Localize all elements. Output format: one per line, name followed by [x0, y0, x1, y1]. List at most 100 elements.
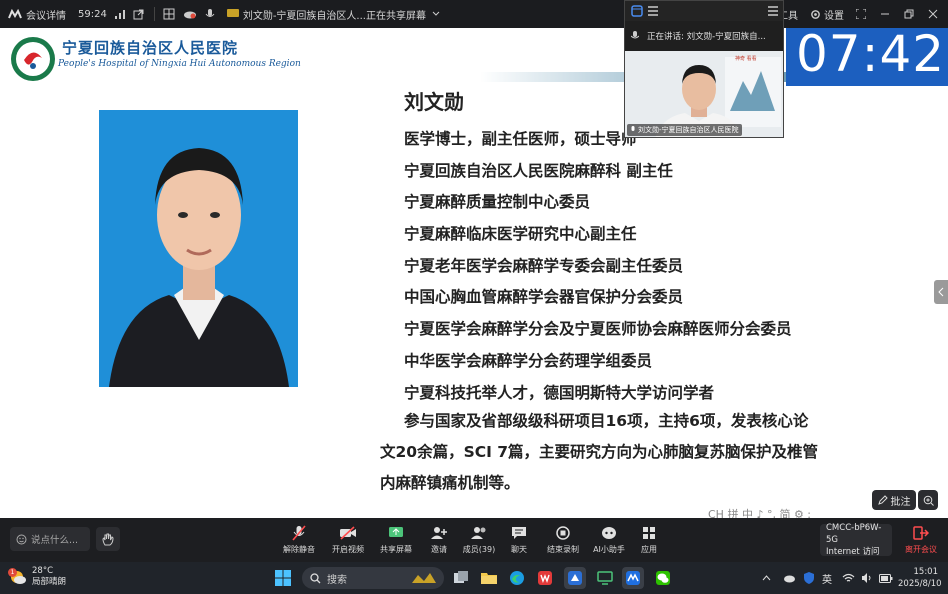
chevron-up-icon[interactable]	[762, 575, 771, 581]
fullscreen-icon[interactable]	[856, 9, 866, 19]
record-icon	[538, 524, 588, 542]
leave-label: 离开会议	[905, 545, 937, 554]
paragraph-line: 文20余篇，SCI 7篇，主要研究方向为心肺脑复苏脑保护及椎管	[380, 443, 819, 461]
meeting-logo-icon	[8, 9, 22, 19]
weather-text: 28°C 局部晴朗	[32, 566, 66, 588]
external-link-icon[interactable]	[133, 9, 144, 20]
ime-language-indicator[interactable]: 英	[822, 571, 832, 586]
speaker-name: 刘文勋	[404, 90, 464, 114]
paragraph-line: 内麻醉镇痛机制等。	[380, 474, 520, 492]
cloud-icon[interactable]	[183, 9, 197, 19]
title-line: 宁夏科技托举人才，德国明斯特大学访问学者	[404, 383, 715, 402]
leave-meeting-button[interactable]: 离开会议	[898, 524, 944, 555]
weather-temp: 28°C	[32, 566, 54, 576]
chat-placeholder: 说点什么...	[31, 535, 79, 546]
zoom-in-icon	[923, 495, 934, 506]
search-label: 搜索	[327, 574, 347, 586]
weather-desc: 局部晴朗	[32, 577, 67, 587]
ime-toolbar[interactable]: CH 拼 中 ♪ °, 简 ⚙ :	[708, 506, 811, 518]
search-highlight-icon	[410, 571, 438, 585]
battery-icon[interactable]	[879, 573, 893, 583]
taskbar-clock[interactable]: 15:01 2025/8/10	[898, 566, 942, 590]
participant-mic-icon	[630, 126, 636, 134]
share-screen-icon	[226, 9, 239, 19]
system-tray: 英	[762, 562, 893, 594]
stop-recording-label: 结束录制	[547, 545, 579, 554]
wifi-icon[interactable]	[842, 573, 855, 583]
speaker-video-tile[interactable]: 正在讲话: 刘文勋-宁夏回族自... 神奇 看看 刘文勋-宁夏回族自治区人民医院	[624, 0, 784, 138]
chevron-down-icon[interactable]	[432, 11, 440, 17]
chat-label: 聊天	[511, 545, 527, 554]
start-button[interactable]	[272, 567, 294, 589]
title-line: 宁夏回族自治区人民医院麻醉科 副主任	[404, 161, 673, 180]
annotate-button[interactable]: 批注	[872, 490, 916, 510]
apps-label: 应用	[641, 545, 657, 554]
pen-icon	[877, 495, 888, 505]
speaker-photo	[99, 110, 298, 387]
weather-icon: 1	[8, 568, 28, 586]
taskbar-date: 2025/8/10	[898, 579, 942, 589]
settings-label: 设置	[824, 10, 844, 22]
layout-icon[interactable]	[163, 8, 175, 20]
title-line: 宁夏医学会麻醉学分会及宁夏医师协会麻醉医师分会委员	[404, 320, 792, 339]
apps-button[interactable]: 应用	[624, 524, 674, 555]
paragraph-line: 参与国家及省部级级科研项目16项，主持6项，发表核心论	[404, 412, 809, 430]
stop-recording-button[interactable]: 结束录制	[538, 524, 588, 555]
menu-icon[interactable]	[767, 5, 779, 17]
raise-hand-button[interactable]	[96, 527, 120, 551]
security-shield-icon[interactable]	[804, 572, 814, 584]
minimize-icon[interactable]	[880, 9, 890, 19]
title-line: 宁夏麻醉质量控制中心委员	[404, 193, 591, 212]
weather-widget[interactable]: 1 28°C 局部晴朗	[8, 566, 66, 588]
taskbar-search[interactable]: 搜索	[302, 567, 444, 589]
countdown-clock: 07:42	[786, 28, 948, 86]
file-explorer-icon[interactable]	[478, 567, 500, 589]
chat-button[interactable]: 聊天	[494, 524, 544, 555]
settings-button[interactable]: 设置	[810, 7, 844, 22]
unmute-button[interactable]: 解除静音	[274, 524, 324, 555]
taskbar-time: 15:01	[913, 567, 939, 577]
top-bar: 会议详情 59:24 刘文勋-宁夏回族自治区人...正在共享屏幕 工具 设置	[0, 0, 948, 28]
meeting-app-icon[interactable]	[564, 567, 586, 589]
title-line: 宁夏麻醉临床医学研究中心副主任	[404, 225, 637, 244]
hospital-name-cn: 宁夏回族自治区人民医院	[62, 39, 239, 57]
network-status: Internet 访问	[826, 547, 880, 557]
restore-icon[interactable]	[904, 9, 914, 19]
remote-desktop-icon[interactable]	[594, 567, 616, 589]
shared-slide: 宁夏回族自治区人民医院 People's Hospital of Ningxia…	[0, 28, 948, 518]
wechat-icon[interactable]	[652, 567, 674, 589]
tencent-meeting-icon[interactable]	[622, 567, 644, 589]
wps-office-icon[interactable]	[534, 567, 556, 589]
emoji-icon[interactable]	[16, 534, 27, 545]
close-icon[interactable]	[928, 9, 938, 19]
meeting-controls-bar: 说点什么... 解除静音 开启视频 共享屏幕 邀请 成员(39) 聊天 结束录制…	[0, 518, 948, 562]
edge-browser-icon[interactable]	[506, 567, 528, 589]
volume-icon[interactable]	[861, 573, 873, 583]
task-view-icon[interactable]	[450, 567, 472, 589]
hand-icon	[102, 533, 114, 546]
signal-icon	[114, 9, 125, 19]
speaking-indicator: 正在讲话: 刘文勋-宁夏回族自...	[625, 21, 783, 51]
research-paragraph: 参与国家及省部级级科研项目16项，主持6项，发表核心论 文20余篇，SCI 7篇…	[380, 406, 880, 499]
hospital-logo-icon	[10, 36, 56, 86]
zoom-in-button[interactable]	[918, 490, 938, 510]
start-video-label: 开启视频	[332, 545, 364, 554]
start-video-button[interactable]: 开启视频	[323, 524, 373, 555]
list-view-icon[interactable]	[647, 5, 659, 17]
meeting-window: 会议详情 59:24 刘文勋-宁夏回族自治区人...正在共享屏幕 工具 设置 宁…	[0, 0, 948, 594]
network-tooltip: CMCC-bP6W-5G Internet 访问	[820, 523, 892, 557]
gallery-view-icon[interactable]	[631, 5, 643, 17]
meeting-details-label: 会议详情	[26, 10, 66, 22]
video-tile-header	[625, 1, 783, 21]
cloud-sync-icon[interactable]	[783, 573, 796, 583]
windows-icon	[275, 570, 291, 586]
chat-input[interactable]: 说点什么...	[10, 527, 90, 551]
speaking-text: 正在讲话: 刘文勋-宁夏回族自...	[647, 32, 766, 42]
side-panel-handle[interactable]	[934, 280, 948, 304]
camera-off-icon	[323, 524, 373, 542]
meeting-details-button[interactable]: 会议详情	[8, 7, 66, 22]
top-bar-right: 工具 设置	[778, 0, 948, 28]
share-status-text: 刘文勋-宁夏回族自治区人...正在共享屏幕	[242, 10, 426, 22]
speaker-titles: 医学博士，副主任医师，硕士导师 宁夏回族自治区人民医院麻醉科 副主任 宁夏麻醉质…	[404, 124, 792, 409]
poster-text: 神奇 看看	[735, 56, 757, 62]
